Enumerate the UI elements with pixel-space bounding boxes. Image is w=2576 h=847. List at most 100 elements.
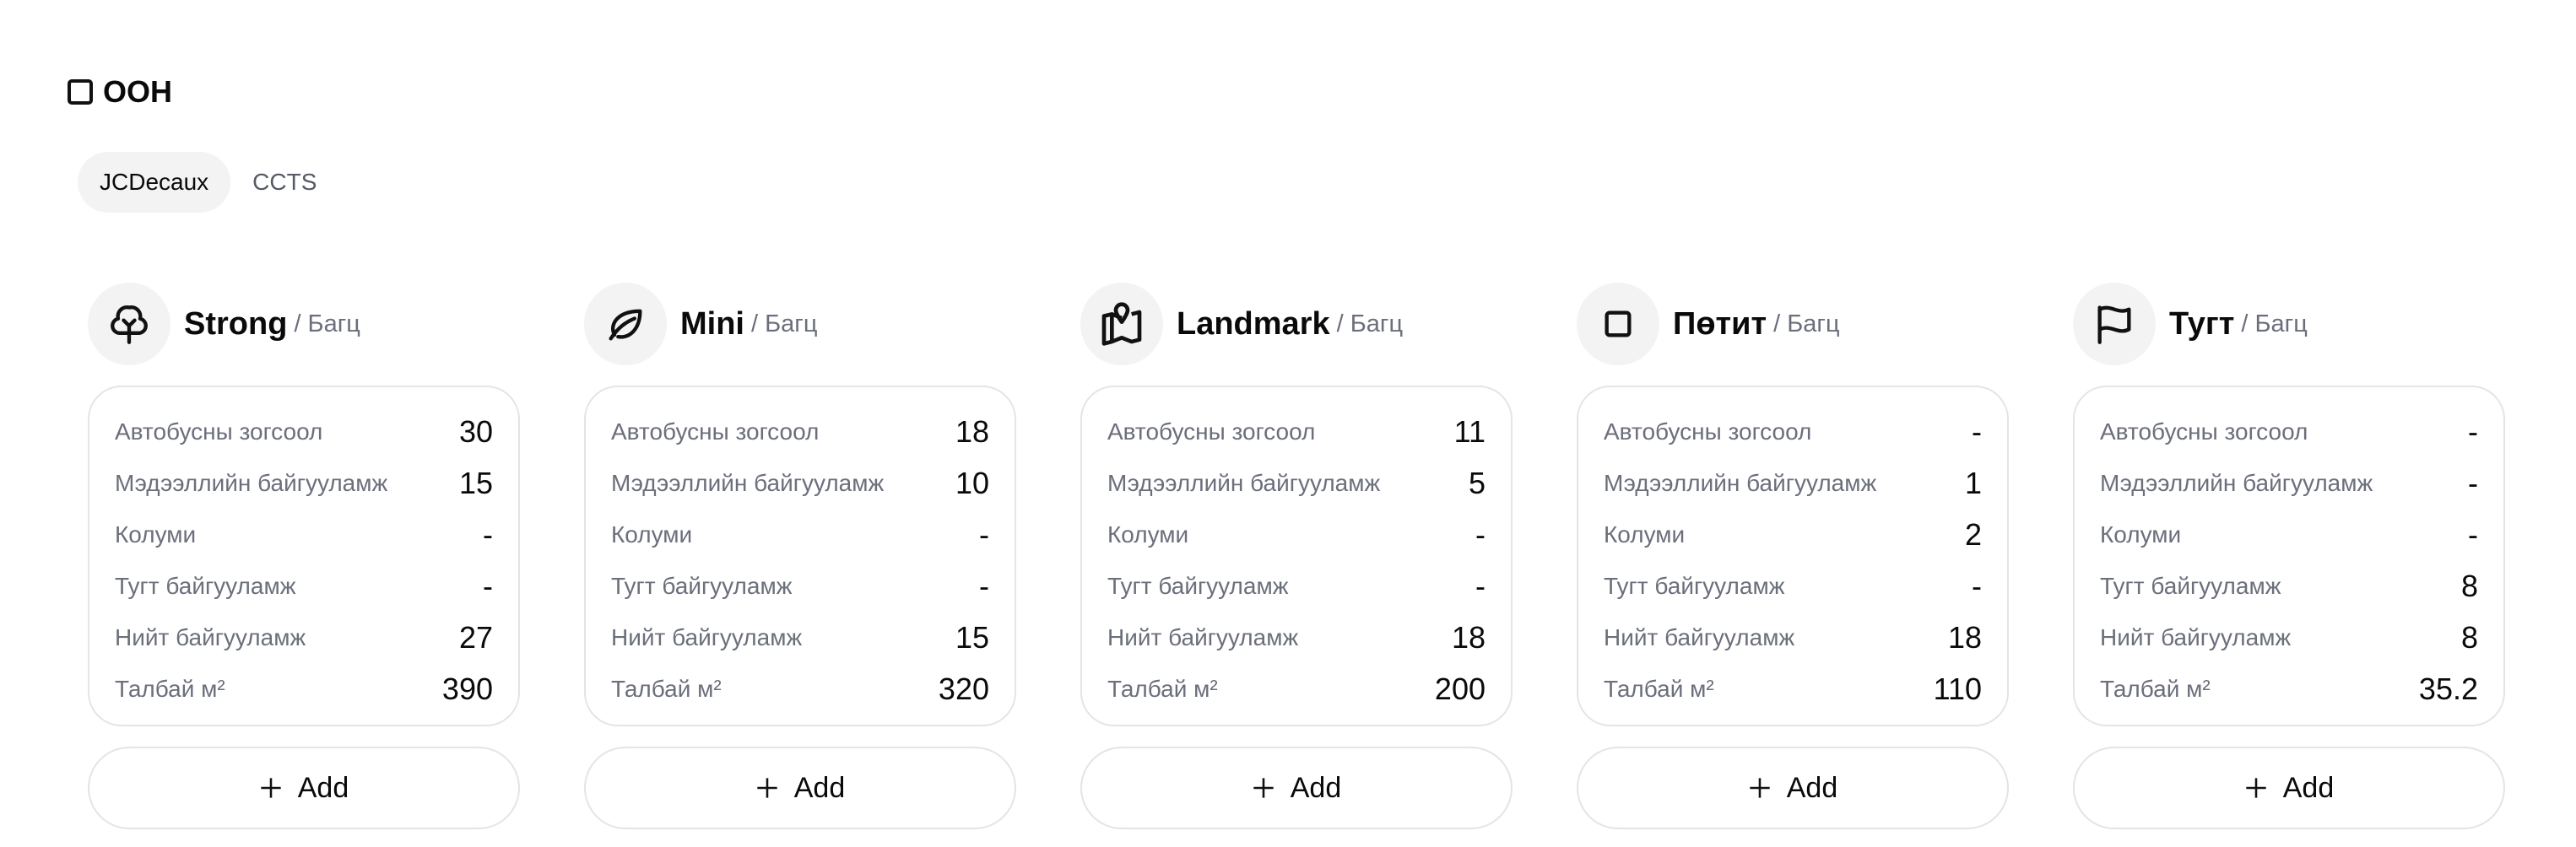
package-name: Пөтит bbox=[1673, 305, 1767, 342]
add-label: Add bbox=[1786, 771, 1838, 804]
stat-label: Талбай м² bbox=[1107, 675, 1218, 702]
stat-row: Колуми - bbox=[611, 509, 989, 560]
package-name: Mini bbox=[680, 305, 744, 342]
plus-icon bbox=[1750, 778, 1770, 798]
stat-row: Тугт байгууламж - bbox=[611, 560, 989, 612]
stat-row: Мэдээллийн байгууламж - bbox=[2100, 457, 2478, 509]
add-label: Add bbox=[297, 771, 349, 804]
stat-row: Тугт байгууламж - bbox=[1107, 560, 1486, 612]
stat-label: Нийт байгууламж bbox=[115, 623, 306, 650]
section-title: OOH bbox=[103, 74, 173, 109]
stat-value: 35.2 bbox=[2418, 671, 2478, 706]
package-subtitle: / Багц bbox=[1773, 310, 1840, 337]
stat-row: Мэдээллийн байгууламж 15 bbox=[115, 457, 493, 509]
package-header: Mini / Багц bbox=[584, 283, 1016, 365]
stat-row: Талбай м² 320 bbox=[611, 663, 989, 715]
package-column: Тугт / Багц Автобусны зогсоол - Мэдээллийн … bbox=[2073, 283, 2505, 829]
stat-row: Колуми 2 bbox=[1604, 509, 1982, 560]
stat-value: 15 bbox=[458, 465, 493, 500]
stat-row: Талбай м² 390 bbox=[115, 663, 493, 715]
stat-label: Автобусны зогсоол bbox=[2100, 418, 2308, 445]
stat-value: - bbox=[483, 516, 493, 552]
package-column: Пөтит / Багц Автобусны зогсоол - Мэдээллийн… bbox=[1577, 283, 2009, 829]
plus-icon bbox=[261, 778, 281, 798]
stat-row: Автобусны зогсоол 11 bbox=[1107, 406, 1486, 457]
stat-label: Тугт байгууламж bbox=[611, 572, 793, 599]
stat-label: Колуми bbox=[115, 521, 197, 548]
package-header: Тугт / Багц bbox=[2073, 283, 2505, 365]
stat-value: - bbox=[2468, 516, 2478, 552]
stat-row: Талбай м² 110 bbox=[1604, 663, 1982, 715]
plus-icon bbox=[2246, 778, 2266, 798]
stat-value: 8 bbox=[2460, 619, 2478, 655]
stat-value: 200 bbox=[1434, 671, 1486, 706]
flag-icon bbox=[2073, 283, 2156, 365]
add-button[interactable]: Add bbox=[584, 747, 1016, 829]
tree-icon bbox=[88, 283, 170, 365]
stat-label: Талбай м² bbox=[2100, 675, 2211, 702]
stat-value: 10 bbox=[955, 465, 989, 500]
stat-value: 30 bbox=[458, 413, 493, 449]
package-header: Strong / Багц bbox=[88, 283, 520, 365]
stat-row: Нийт байгууламж 18 bbox=[1107, 612, 1486, 663]
stat-label: Тугт байгууламж bbox=[115, 572, 296, 599]
add-button[interactable]: Add bbox=[2073, 747, 2505, 829]
package-column: Strong / Багц Автобусны зогсоол 30 Мэдээлли… bbox=[88, 283, 520, 829]
stat-row: Колуми - bbox=[115, 509, 493, 560]
leaf-icon bbox=[584, 283, 667, 365]
plus-icon bbox=[1253, 778, 1274, 798]
stat-value: - bbox=[1475, 568, 1486, 603]
stat-value: 11 bbox=[1453, 413, 1486, 449]
stat-label: Талбай м² bbox=[611, 675, 722, 702]
stat-label: Колуми bbox=[1107, 521, 1189, 548]
add-label: Add bbox=[2282, 771, 2335, 804]
package-subtitle: / Багц bbox=[294, 310, 360, 337]
package-card: Автобусны зогсоол - Мэдээллийн байгууламж 1… bbox=[1577, 386, 2009, 726]
package-header: Пөтит / Багц bbox=[1577, 283, 2009, 365]
stat-label: Тугт байгууламж bbox=[1107, 572, 1289, 599]
stat-row: Автобусны зогсоол 18 bbox=[611, 406, 989, 457]
stat-value: 1 bbox=[1964, 465, 1982, 500]
stat-label: Мэдээллийн байгууламж bbox=[611, 469, 885, 496]
stat-value: - bbox=[1972, 413, 1982, 449]
stat-label: Нийт байгууламж bbox=[1604, 623, 1795, 650]
add-button[interactable]: Add bbox=[88, 747, 520, 829]
package-header: Landmark / Багц bbox=[1080, 283, 1513, 365]
stat-row: Мэдээллийн байгууламж 10 bbox=[611, 457, 989, 509]
package-column: Landmark / Багц Автобусны зогсоол 11 Мэдээл… bbox=[1080, 283, 1513, 829]
package-subtitle: / Багц bbox=[750, 310, 818, 337]
stat-label: Колуми bbox=[1604, 521, 1686, 548]
stat-row: Колуми - bbox=[1107, 509, 1486, 560]
package-name: Landmark bbox=[1177, 305, 1330, 342]
square-icon bbox=[68, 79, 93, 105]
stat-label: Мэдээллийн байгууламж bbox=[115, 469, 388, 496]
tab-ccts[interactable]: CCTS bbox=[230, 152, 338, 213]
stat-label: Нийт байгууламж bbox=[1107, 623, 1299, 650]
stat-value: 27 bbox=[458, 619, 493, 655]
stat-row: Нийт байгууламж 27 bbox=[115, 612, 493, 663]
stat-value: 390 bbox=[441, 671, 493, 706]
tab-jcdecaux[interactable]: JCDecaux bbox=[78, 152, 231, 213]
stat-value: - bbox=[483, 568, 493, 603]
stat-value: - bbox=[1475, 516, 1486, 552]
stat-label: Тугт байгууламж bbox=[1604, 572, 1785, 599]
stat-value: 18 bbox=[955, 413, 989, 449]
stat-label: Талбай м² bbox=[1604, 675, 1714, 702]
stat-row: Нийт байгууламж 18 bbox=[1604, 612, 1982, 663]
stat-label: Мэдээллийн байгууламж bbox=[2100, 469, 2373, 496]
add-button[interactable]: Add bbox=[1577, 747, 2009, 829]
package-name: Strong bbox=[184, 305, 288, 342]
package-column: Mini / Багц Автобусны зогсоол 18 Мэдээллийн… bbox=[584, 283, 1016, 829]
stat-label: Автобусны зогсоол bbox=[611, 418, 820, 445]
add-button[interactable]: Add bbox=[1080, 747, 1513, 829]
stat-value: - bbox=[2468, 465, 2478, 500]
stat-value: - bbox=[1972, 568, 1982, 603]
stat-value: 2 bbox=[1964, 516, 1982, 552]
stat-label: Колуми bbox=[611, 521, 693, 548]
tab-bar: JCDecaux CCTS bbox=[78, 152, 338, 213]
stat-value: - bbox=[979, 568, 989, 603]
stat-row: Автобусны зогсоол 30 bbox=[115, 406, 493, 457]
square-icon bbox=[1577, 283, 1659, 365]
stat-label: Талбай м² bbox=[115, 675, 225, 702]
stat-label: Автобусны зогсоол bbox=[115, 418, 323, 445]
